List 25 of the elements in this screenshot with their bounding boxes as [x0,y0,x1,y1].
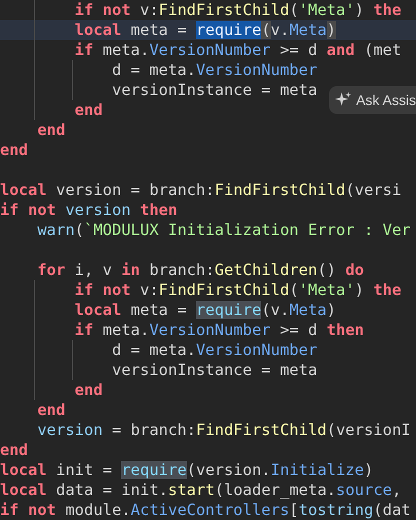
code-line: if not v:FindFirstChild('Meta') the [74,1,402,19]
code-line: if not module.ActiveControllers[tostring(dat [0,501,411,519]
code-line: end [36,401,66,419]
code-line: d = meta.VersionNumber [110,341,318,359]
code-line: if not v:FindFirstChild('Meta') the [74,281,402,299]
code-line: warn(`MODULUX Initialization Error : Ver [36,221,411,239]
code-line: end [74,381,103,399]
code-line: for i, v in branch:GetChildren() do [36,261,364,279]
code-line: end [0,141,28,159]
code-line: versionInstance = meta [110,361,318,379]
code-line: version = branch:FindFirstChild(versionI [36,421,411,439]
code-line: if meta.VersionNumber >= d then [74,321,364,339]
code-line: end [74,101,103,119]
code-line: local data = init.start(loader_meta.source, [0,481,402,499]
code-line: versionInstance = meta [110,81,318,99]
code-line: d = meta.VersionNumber [110,61,318,79]
code-line: local meta = require(v.Meta) [74,301,336,319]
ask-assistant-button[interactable]: Ask Assis [329,86,416,114]
code-line: end [36,121,66,139]
code-line: if not version then [0,201,178,219]
code-line: local meta = require(v.Meta) [74,21,336,39]
code-line: end [0,441,28,459]
code-line: local version = branch:FindFirstChild(versi [0,181,402,199]
code-line: local init = require(version.Initialize) [0,461,374,479]
code-line: if meta.VersionNumber >= d and (met [74,41,402,59]
